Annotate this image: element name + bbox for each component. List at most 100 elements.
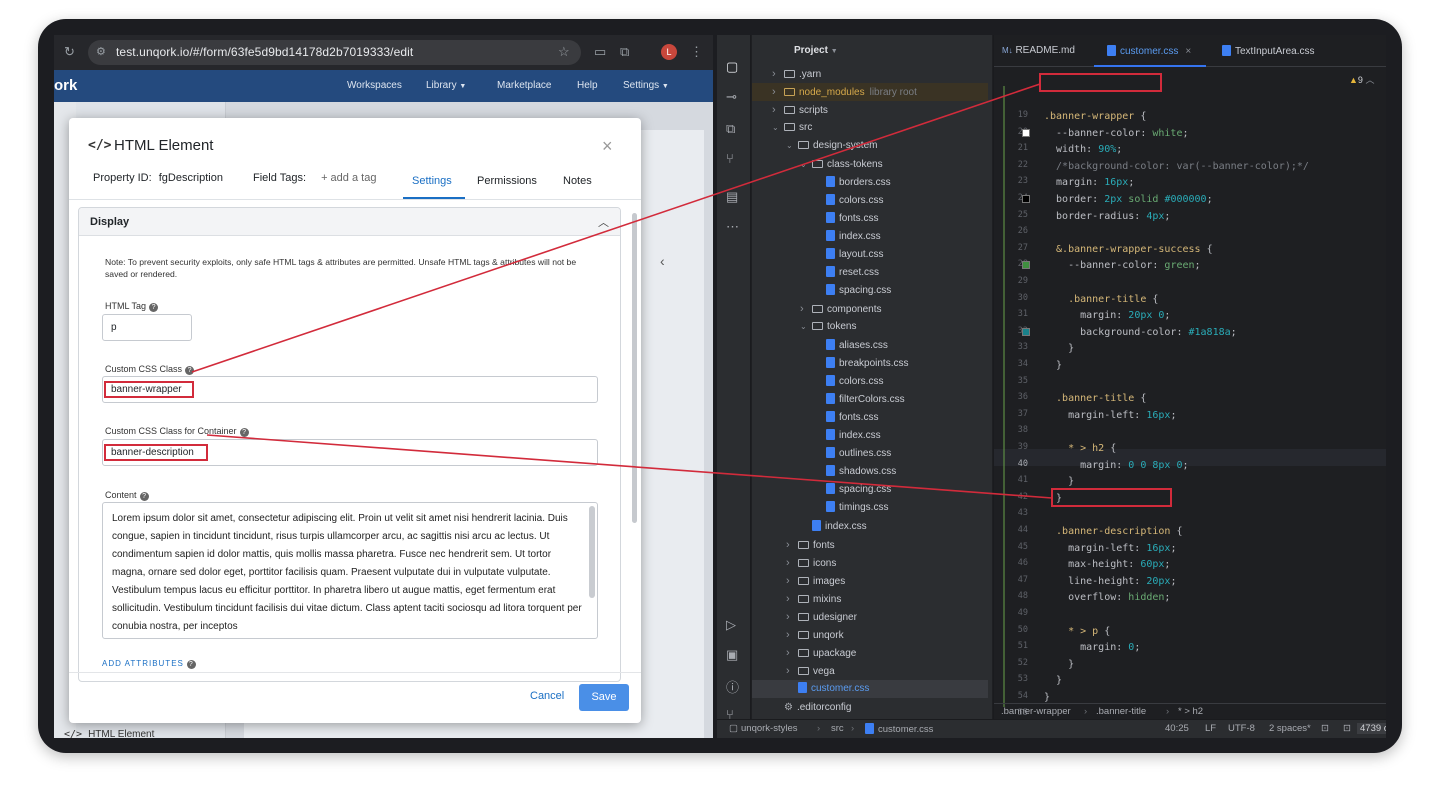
tab-settings[interactable]: Settings — [412, 175, 452, 187]
code-line[interactable]: } — [1044, 672, 1062, 689]
code-line[interactable]: } — [1044, 357, 1062, 374]
tree-file[interactable]: ⚙ .editorconfig — [752, 699, 988, 717]
nav-library[interactable]: Library ▼ — [426, 80, 466, 91]
chevron-right-icon[interactable]: › — [786, 554, 798, 572]
chevron-down-icon[interactable]: ⌄ — [800, 318, 812, 336]
code-line[interactable]: } — [1044, 656, 1074, 673]
cursor-position[interactable]: 40:25 — [1165, 723, 1189, 734]
close-icon[interactable]: × — [602, 136, 613, 157]
help-icon[interactable]: ? — [149, 303, 159, 312]
lock-icon[interactable]: ⊡ — [1321, 723, 1329, 734]
code-line[interactable]: } — [1044, 490, 1062, 507]
code-line[interactable]: .banner-wrapper { — [1044, 108, 1146, 125]
commit-icon[interactable]: ⊸ — [726, 89, 737, 105]
tab-readme[interactable]: M↓ README.md — [1002, 45, 1075, 56]
tree-folder[interactable]: ⌄ src — [752, 119, 988, 137]
chevron-right-icon[interactable]: › — [786, 626, 798, 644]
code-line[interactable]: /*background-color: var(--banner-color);… — [1044, 158, 1309, 175]
breadcrumb-h2[interactable]: * > h2 — [1178, 706, 1203, 717]
tree-folder[interactable]: › upackage — [752, 644, 988, 662]
reload-icon[interactable]: ↻ — [64, 44, 75, 60]
tree-file[interactable]: reset.css — [752, 264, 988, 282]
tree-folder[interactable]: › unqork — [752, 626, 988, 644]
display-section-header[interactable]: Display ︿ — [79, 208, 620, 236]
chevron-right-icon[interactable]: › — [786, 608, 798, 626]
tree-folder[interactable]: › .yarn — [752, 65, 988, 83]
help-icon[interactable]: ? — [185, 366, 195, 375]
tree-folder[interactable]: ⌄ tokens — [752, 318, 988, 336]
layers-icon[interactable]: ⧉ — [726, 121, 735, 137]
cancel-button[interactable]: Cancel — [530, 690, 564, 702]
tree-file[interactable]: index.css — [752, 427, 988, 445]
textarea-scrollbar[interactable] — [589, 506, 595, 598]
tree-folder[interactable]: › udesigner — [752, 608, 988, 626]
code-line[interactable]: border-radius: 4px; — [1044, 208, 1170, 225]
tree-file[interactable]: filterColors.css — [752, 391, 988, 409]
code-line[interactable]: margin-left: 16px; — [1044, 540, 1176, 557]
code-line[interactable]: * > p { — [1044, 623, 1110, 640]
tree-folder[interactable]: › node_modules library root — [752, 83, 988, 102]
chevron-right-icon[interactable]: › — [786, 572, 798, 590]
tree-folder[interactable]: ⌄ class-tokens — [752, 156, 988, 174]
code-line[interactable]: .banner-title { — [1044, 291, 1158, 308]
tree-file[interactable]: borders.css — [752, 174, 988, 192]
help-icon[interactable]: ? — [239, 428, 249, 437]
tab-icon[interactable]: ▭ — [594, 44, 606, 60]
terminal-icon[interactable]: ▣ — [726, 647, 738, 663]
tree-file[interactable]: aliases.css — [752, 337, 988, 355]
code-line[interactable]: line-height: 20px; — [1044, 573, 1176, 590]
tab-textinputarea-css[interactable]: TextInputArea.css — [1222, 45, 1314, 57]
chevron-down-icon[interactable]: ⌄ — [800, 156, 812, 174]
chevron-right-icon[interactable]: › — [786, 644, 798, 662]
address-bar[interactable]: ⚙ test.unqork.io/#/form/63fe5d9bd14178d2… — [88, 40, 581, 65]
more-icon[interactable]: ⋯ — [726, 219, 739, 235]
code-line[interactable]: } — [1044, 340, 1074, 357]
tree-file[interactable]: fonts.css — [752, 210, 988, 228]
run-icon[interactable]: ▷ — [726, 617, 736, 633]
line-separator[interactable]: LF — [1205, 723, 1216, 734]
help-icon[interactable]: ? — [139, 492, 149, 501]
code-line[interactable]: overflow: hidden; — [1044, 589, 1170, 606]
file-encoding[interactable]: UTF-8 — [1228, 723, 1255, 734]
code-line[interactable]: } — [1044, 473, 1074, 490]
status-path-src[interactable]: src — [831, 723, 844, 734]
site-settings-icon[interactable]: ⚙ — [96, 44, 106, 60]
tree-folder[interactable]: ⌄ design-system — [752, 137, 988, 155]
help-icon[interactable]: ? — [186, 660, 196, 669]
project-panel-title[interactable]: Project ▼ — [794, 45, 838, 56]
tree-file[interactable]: shadows.css — [752, 463, 988, 481]
add-tag-input[interactable]: + add a tag — [321, 172, 376, 184]
chevron-left-icon[interactable]: ‹ — [660, 253, 676, 277]
tree-file[interactable]: spacing.css — [752, 282, 988, 300]
nav-settings[interactable]: Settings ▼ — [623, 80, 669, 91]
code-line[interactable]: .banner-title { — [1044, 390, 1146, 407]
code-line[interactable]: max-height: 60px; — [1044, 556, 1170, 573]
chevron-right-icon[interactable]: › — [800, 300, 812, 318]
status-path-project[interactable]: unqork-styles — [741, 723, 798, 734]
code-line[interactable]: margin: 16px; — [1044, 174, 1134, 191]
tree-folder[interactable]: › components — [752, 300, 988, 318]
code-line[interactable]: margin-left: 16px; — [1044, 407, 1176, 424]
tree-file[interactable]: colors.css — [752, 192, 988, 210]
html-tag-input[interactable]: p — [102, 314, 192, 341]
tree-file[interactable]: timings.css — [752, 499, 988, 517]
chevron-up-icon[interactable]: ︿ — [598, 214, 609, 230]
modal-scrollbar[interactable] — [632, 213, 637, 523]
more-menu-icon[interactable]: ⋮ — [690, 44, 703, 60]
extensions-icon[interactable]: ⧉ — [620, 44, 629, 60]
chevron-down-icon[interactable]: ⌄ — [786, 137, 798, 155]
code-line[interactable]: border: 2px solid #000000; — [1044, 191, 1213, 208]
nav-help[interactable]: Help — [577, 80, 598, 91]
chevron-right-icon[interactable]: › — [772, 65, 784, 83]
tab-notes[interactable]: Notes — [563, 175, 592, 187]
tree-file[interactable]: index.css — [752, 518, 988, 536]
tab-customer-css[interactable]: customer.css × — [1107, 45, 1191, 57]
tree-folder[interactable]: › scripts — [752, 101, 988, 119]
tree-file[interactable]: customer.css — [752, 680, 988, 699]
code-line[interactable]: .banner-description { — [1044, 523, 1182, 540]
folder-icon[interactable]: ▢ — [726, 59, 738, 75]
chevron-right-icon[interactable]: › — [772, 83, 784, 101]
breadcrumb-banner-title[interactable]: .banner-title — [1096, 706, 1146, 717]
breadcrumb-banner-wrapper[interactable]: .banner-wrapper — [1001, 706, 1071, 717]
chevron-down-icon[interactable]: ⌄ — [772, 119, 784, 137]
